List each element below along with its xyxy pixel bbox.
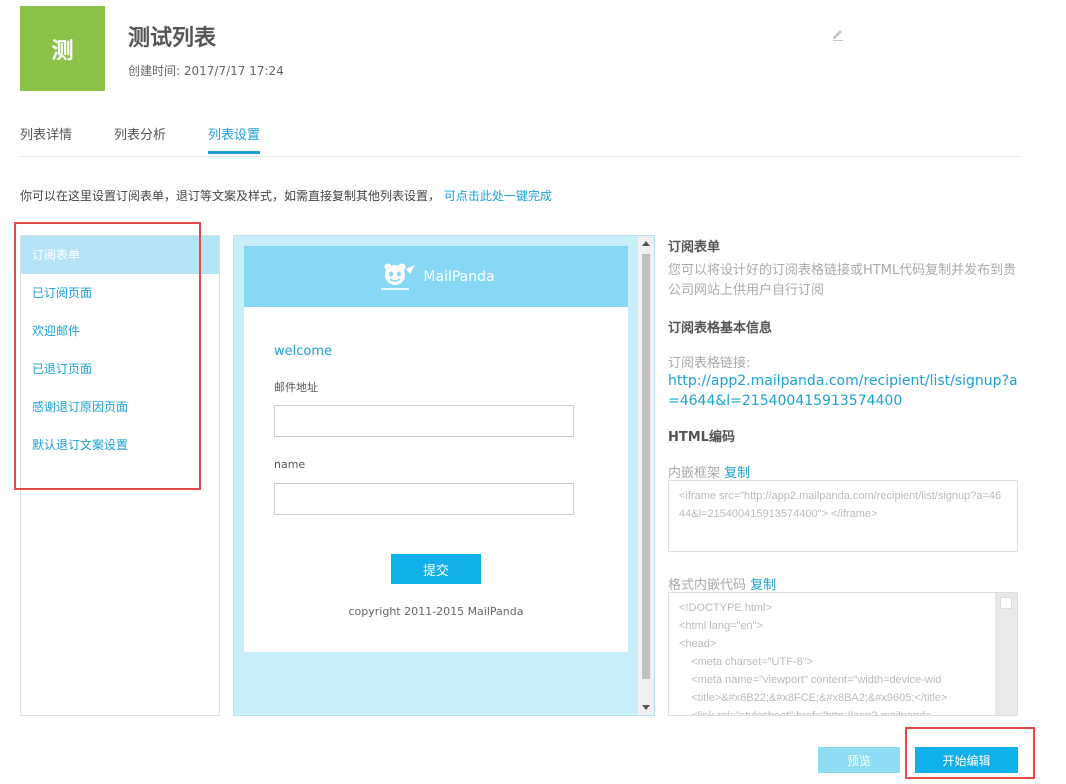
code-line: <meta name="viewport" content="width=dev… [679,674,942,686]
iframe-code: <iframe src="http://app2.mailpanda.com/r… [679,490,1002,520]
preview-form-card: MailPanda welcome 邮件地址 name 提交 copyright… [244,246,628,652]
html-code-heading: HTML编码 [668,430,735,445]
preview-submit-button[interactable]: 提交 [391,554,481,584]
code-scroll-handle[interactable] [1000,597,1012,609]
iframe-code-box[interactable]: <iframe src="http://app2.mailpanda.com/r… [668,480,1018,552]
start-edit-button[interactable]: 开始编辑 [915,747,1018,773]
iframe-label: 内嵌框架 复制 [668,462,750,481]
inline-code-label: 格式内嵌代码 复制 [668,574,776,593]
preview-button[interactable]: 预览 [818,747,900,773]
code-scrollbar[interactable] [995,593,1017,715]
page-title: 测试列表 [128,26,217,51]
code-line: <html lang="en"> [679,620,763,632]
settings-menu: 订阅表单 已订阅页面 欢迎邮件 已退订页面 感谢退订原因页面 默认退订文案设置 [20,235,220,716]
preview-welcome: welcome [274,344,333,359]
settings-hint: 你可以在这里设置订阅表单，退订等文案及样式，如需直接复制其他列表设置， 可点击此… [20,187,552,204]
preview-email-input[interactable] [274,405,574,437]
inline-code-label-text: 格式内嵌代码 [668,578,747,593]
scroll-down-icon[interactable] [642,705,650,710]
inline-code-box[interactable]: <!DOCTYPE html> <html lang="en"> <head> … [668,592,1018,716]
form-preview: MailPanda welcome 邮件地址 name 提交 copyright… [233,235,655,716]
signup-link-label: 订阅表格链接: [668,356,751,371]
preview-name-label: name [274,458,306,471]
preview-email-label: 邮件地址 [274,381,318,394]
code-line: <meta charset="UTF-8"> [679,656,814,668]
preview-scroll-thumb[interactable] [642,254,650,679]
avatar: 测 [20,6,105,91]
preview-copyright: copyright 2011-2015 MailPanda [348,605,524,618]
menu-item-thanks-unsub-reason[interactable]: 感谢退订原因页面 [21,388,219,426]
menu-item-unsubscribed-page[interactable]: 已退订页面 [21,350,219,388]
tab-list-details[interactable]: 列表详情 [20,124,72,153]
code-line: <link rel="stylesheet" href="http://app2… [679,710,932,716]
preview-header: MailPanda [244,246,628,307]
preview-name-input[interactable] [274,483,574,515]
signup-link[interactable]: http://app2.mailpanda.com/recipient/list… [668,371,1020,411]
preview-brand: MailPanda [423,268,495,285]
copy-inline-code-button[interactable]: 复制 [750,578,776,593]
menu-item-subscribed-page[interactable]: 已订阅页面 [21,274,219,312]
code-line: <head> [679,638,717,650]
menu-item-welcome-email[interactable]: 欢迎邮件 [21,312,219,350]
panel-description: 您可以将设计好的订阅表格链接或HTML代码复制并发布到贵公司网站上供用户自行订阅 [668,263,1017,298]
tab-list-settings[interactable]: 列表设置 [208,124,261,154]
menu-item-subscribe-form[interactable]: 订阅表单 [21,236,219,274]
menu-item-default-unsub-copy[interactable]: 默认退订文案设置 [21,426,219,464]
basic-info-heading: 订阅表格基本信息 [668,321,773,336]
created-time: 创建时间: 2017/7/17 17:24 [128,64,284,78]
code-line: <title>&#x6B22;&#x8FCE;&#x8BA2;&#x9605;<… [679,692,948,704]
code-line: <!DOCTYPE html> [679,602,772,614]
panel-title: 订阅表单 [668,240,721,255]
avatar-char: 测 [51,38,74,64]
tab-bar: 列表详情 列表分析 列表设置 [20,120,1020,157]
hint-text: 你可以在这里设置订阅表单，退订等文案及样式，如需直接复制其他列表设置， [20,189,441,203]
iframe-label-text: 内嵌框架 [668,466,721,481]
mailpanda-logo-icon [381,263,416,290]
pencil-icon[interactable] [830,26,846,42]
copy-iframe-button[interactable]: 复制 [724,466,750,481]
tab-list-analysis[interactable]: 列表分析 [114,124,166,153]
one-click-copy-link[interactable]: 可点击此处一键完成 [444,189,552,203]
scroll-up-icon[interactable] [642,241,650,246]
preview-scrollbar[interactable] [638,236,654,715]
